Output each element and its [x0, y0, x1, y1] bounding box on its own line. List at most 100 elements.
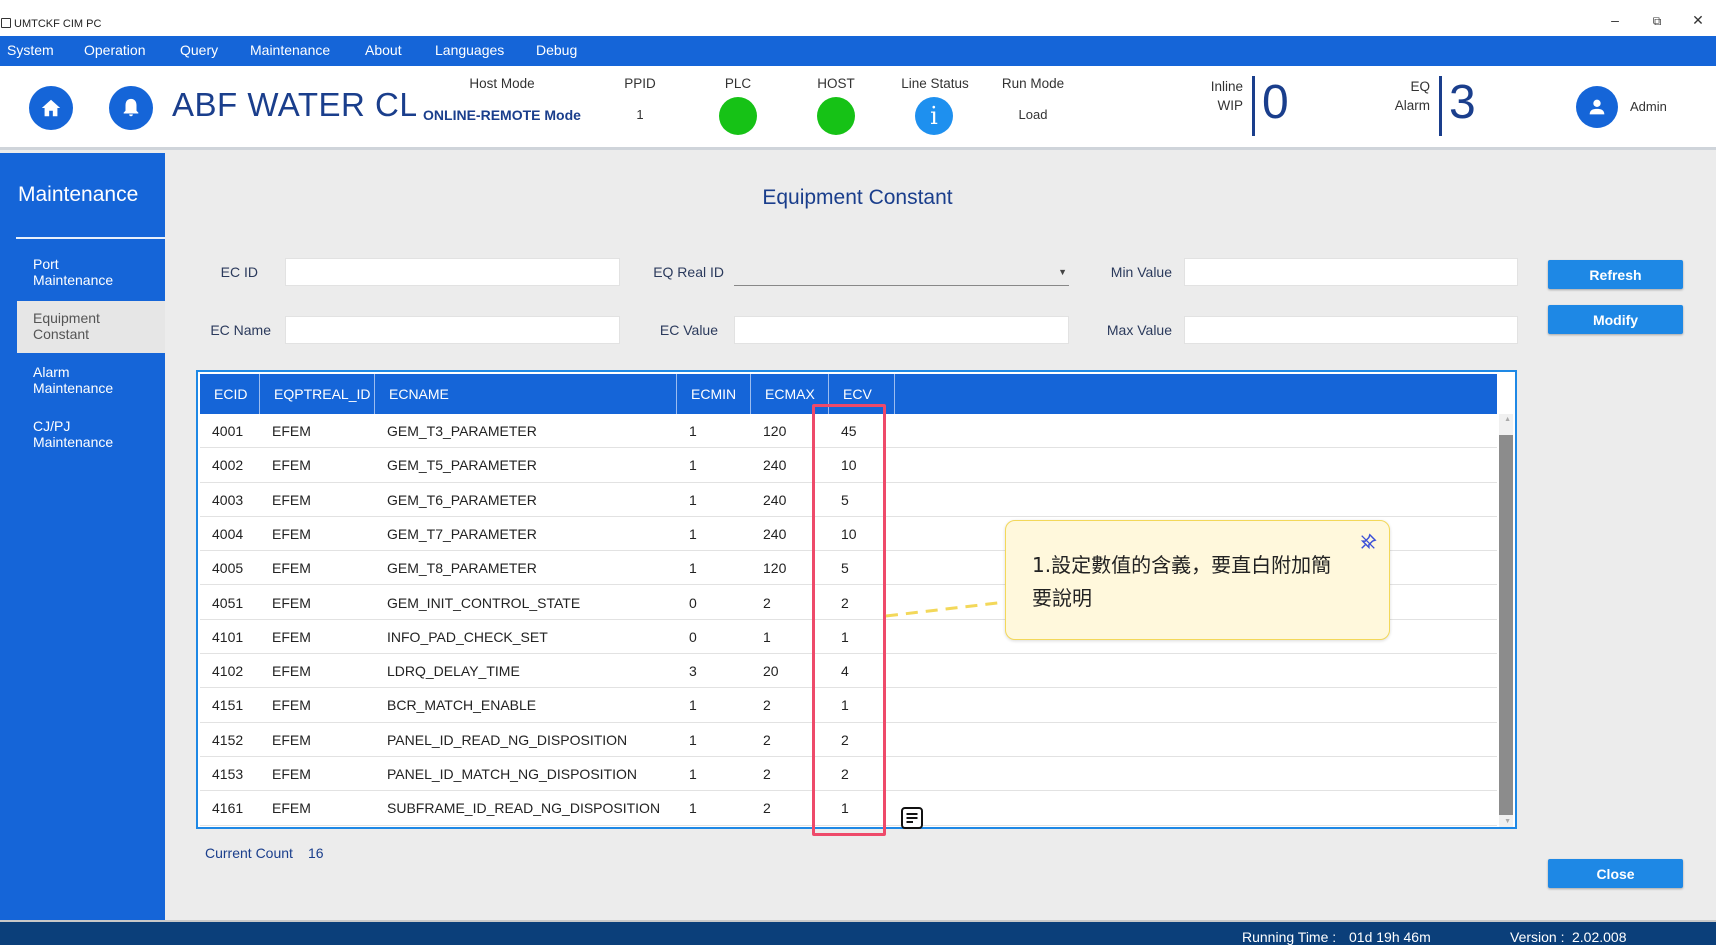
ppid-label: PPID: [624, 76, 656, 91]
host-mode-label: Host Mode: [469, 76, 535, 91]
sidebar-item-label: Constant: [33, 326, 90, 342]
table-cell-ecmax: 240: [763, 491, 787, 508]
inline-wip-label: Inline WIP: [1190, 77, 1243, 115]
chevron-down-icon: ▼: [1058, 267, 1067, 277]
table-cell-eqptreal-id: EFEM: [272, 423, 311, 439]
table-cell-ecmax: 2: [763, 800, 771, 817]
annotation-text-line2: 要說明: [1032, 586, 1092, 610]
sidebar-item-label: Equipment: [33, 310, 100, 326]
min-value-label: Min Value: [1110, 264, 1172, 280]
table-cell-ecname: GEM_T3_PARAMETER: [387, 423, 537, 439]
ec-value-label: EC Value: [659, 322, 718, 338]
menu-system[interactable]: System: [7, 42, 54, 58]
equipment-name: ABF WATER CLEA: [172, 86, 416, 123]
menu-operation[interactable]: Operation: [84, 42, 145, 58]
sidebar-item-label: CJ/PJ: [33, 418, 71, 434]
menu-maintenance[interactable]: Maintenance: [250, 42, 330, 58]
sidebar-item-equipment-constant[interactable]: Equipment Constant: [17, 301, 165, 353]
scroll-down-icon[interactable]: ▼: [1504, 818, 1511, 825]
minimize-icon[interactable]: –: [1600, 12, 1630, 28]
refresh-button[interactable]: Refresh: [1548, 260, 1683, 289]
table-cell-ecname: BCR_MATCH_ENABLE: [387, 697, 537, 714]
menu-languages[interactable]: Languages: [435, 42, 504, 58]
table-cell-ecmax: 120: [763, 423, 787, 439]
plc-label: PLC: [724, 76, 752, 91]
menu-debug[interactable]: Debug: [536, 42, 577, 58]
table-cell-ecmax: 1: [763, 628, 771, 645]
ec-name-input[interactable]: [285, 316, 620, 344]
close-button[interactable]: Close: [1548, 859, 1683, 888]
ec-name-label: EC Name: [210, 322, 271, 338]
table-cell-ecid: 4102: [212, 663, 244, 680]
version-value: 2.02.008: [1572, 929, 1627, 945]
annotation-callout[interactable]: 1.設定數值的含義，要直白附加簡 要說明: [1005, 520, 1390, 640]
ec-id-input[interactable]: [285, 258, 620, 286]
notification-button[interactable]: [109, 86, 153, 130]
table-cell-eqptreal-id: EFEM: [272, 491, 311, 508]
table-cell-ecmax: 20: [763, 663, 779, 680]
scrollbar-thumb[interactable]: [1499, 435, 1513, 815]
menu-about[interactable]: About: [365, 42, 402, 58]
host-status-indicator: [817, 97, 855, 135]
window-title: UMTCKF CIM PC: [14, 18, 102, 30]
table-cell-ecid: 4004: [212, 525, 244, 542]
table-cell-ecmax: 2: [763, 594, 771, 611]
user-avatar[interactable]: [1576, 86, 1618, 128]
user-icon: [1589, 99, 1605, 115]
alarm-label: Alarm: [1394, 98, 1430, 113]
restore-icon[interactable]: ⧉: [1642, 14, 1672, 29]
inline-wip-count: 0: [1262, 76, 1289, 129]
table-cell-ecmin: 1: [689, 697, 697, 714]
note-icon[interactable]: [899, 805, 925, 831]
table-cell-eqptreal-id: EFEM: [272, 560, 311, 577]
max-value-input[interactable]: [1184, 316, 1518, 344]
sidebar-item-cjpj-maintenance[interactable]: CJ/PJ Maintenance: [17, 409, 165, 461]
table-cell-ecmin: 0: [689, 628, 697, 645]
menu-query[interactable]: Query: [180, 42, 218, 58]
column-header-eqptreal-id[interactable]: EQPTREAL_ID: [260, 374, 375, 414]
table-cell-ecmin: 1: [689, 457, 697, 474]
eq-alarm-count[interactable]: 3: [1449, 75, 1476, 130]
table-cell-ecid: 4153: [212, 766, 244, 782]
sidebar-item-label: Port: [33, 256, 59, 272]
table-cell-ecmax: 120: [763, 560, 787, 577]
ec-value-input[interactable]: [734, 316, 1069, 344]
ppid-value: 1: [636, 107, 644, 122]
close-window-icon[interactable]: ✕: [1683, 12, 1713, 29]
column-header-ecid[interactable]: ECID: [200, 374, 260, 414]
table-cell-ecname: GEM_INIT_CONTROL_STATE: [387, 594, 581, 611]
sidebar-item-label: Alarm: [33, 364, 70, 380]
table-cell-ecmin: 1: [689, 423, 697, 439]
table-cell-ecid: 4051: [212, 594, 244, 611]
window-titlebar: UMTCKF CIM PC – ⧉ ✕: [0, 0, 1716, 36]
sidebar-item-port-maintenance[interactable]: Port Maintenance: [17, 247, 165, 299]
table-cell-ecid: 4002: [212, 457, 244, 474]
modify-button[interactable]: Modify: [1548, 305, 1683, 334]
table-cell-ecid: 4161: [212, 800, 244, 817]
menu-bar: System Operation Query Maintenance About…: [0, 36, 1716, 66]
table-cell-eqptreal-id: EFEM: [272, 731, 311, 748]
page-title: Equipment Constant: [762, 186, 953, 209]
table-cell-ecname: GEM_T7_PARAMETER: [387, 525, 537, 542]
info-icon[interactable]: i: [915, 97, 953, 135]
ec-id-label: EC ID: [220, 264, 258, 280]
min-value-input[interactable]: [1184, 258, 1518, 286]
table-cell-ecmax: 2: [763, 766, 771, 782]
pin-icon[interactable]: [1359, 533, 1377, 551]
eq-real-id-select[interactable]: ▼: [734, 258, 1069, 286]
column-header-ecname[interactable]: ECNAME: [375, 374, 677, 414]
status-footer: Running Time : 01d 19h 46m Version : 2.0…: [0, 920, 1716, 945]
sidebar-item-label: Maintenance: [33, 380, 114, 396]
sidebar-divider: [16, 237, 165, 239]
sidebar-item-alarm-maintenance[interactable]: Alarm Maintenance: [17, 355, 165, 407]
status-header: ABF WATER CLEA Host Mode ONLINE-REMOTE M…: [0, 66, 1716, 150]
table-cell-ecid: 4101: [212, 628, 244, 645]
inline-wip-divider: [1252, 76, 1255, 136]
home-button[interactable]: [29, 86, 73, 130]
line-status-label: Line Status: [901, 76, 969, 91]
column-header-ecmin[interactable]: ECMIN: [677, 374, 751, 414]
table-cell-ecid: 4003: [212, 491, 244, 508]
scroll-up-icon[interactable]: ▲: [1504, 416, 1511, 423]
table-cell-eqptreal-id: EFEM: [272, 766, 311, 782]
version-label: Version :: [1510, 929, 1565, 945]
